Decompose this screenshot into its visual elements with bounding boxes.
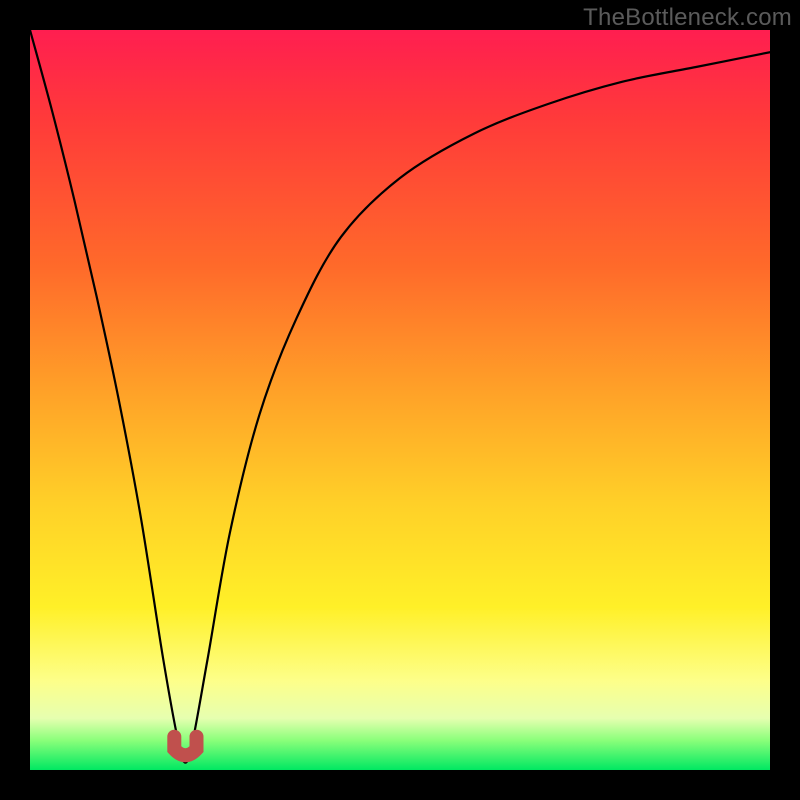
curve-line bbox=[30, 30, 770, 763]
minimum-marker bbox=[174, 737, 196, 756]
outer-frame: TheBottleneck.com bbox=[0, 0, 800, 800]
watermark-text: TheBottleneck.com bbox=[583, 4, 792, 32]
plot-area bbox=[30, 30, 770, 770]
bottleneck-curve bbox=[30, 30, 770, 770]
